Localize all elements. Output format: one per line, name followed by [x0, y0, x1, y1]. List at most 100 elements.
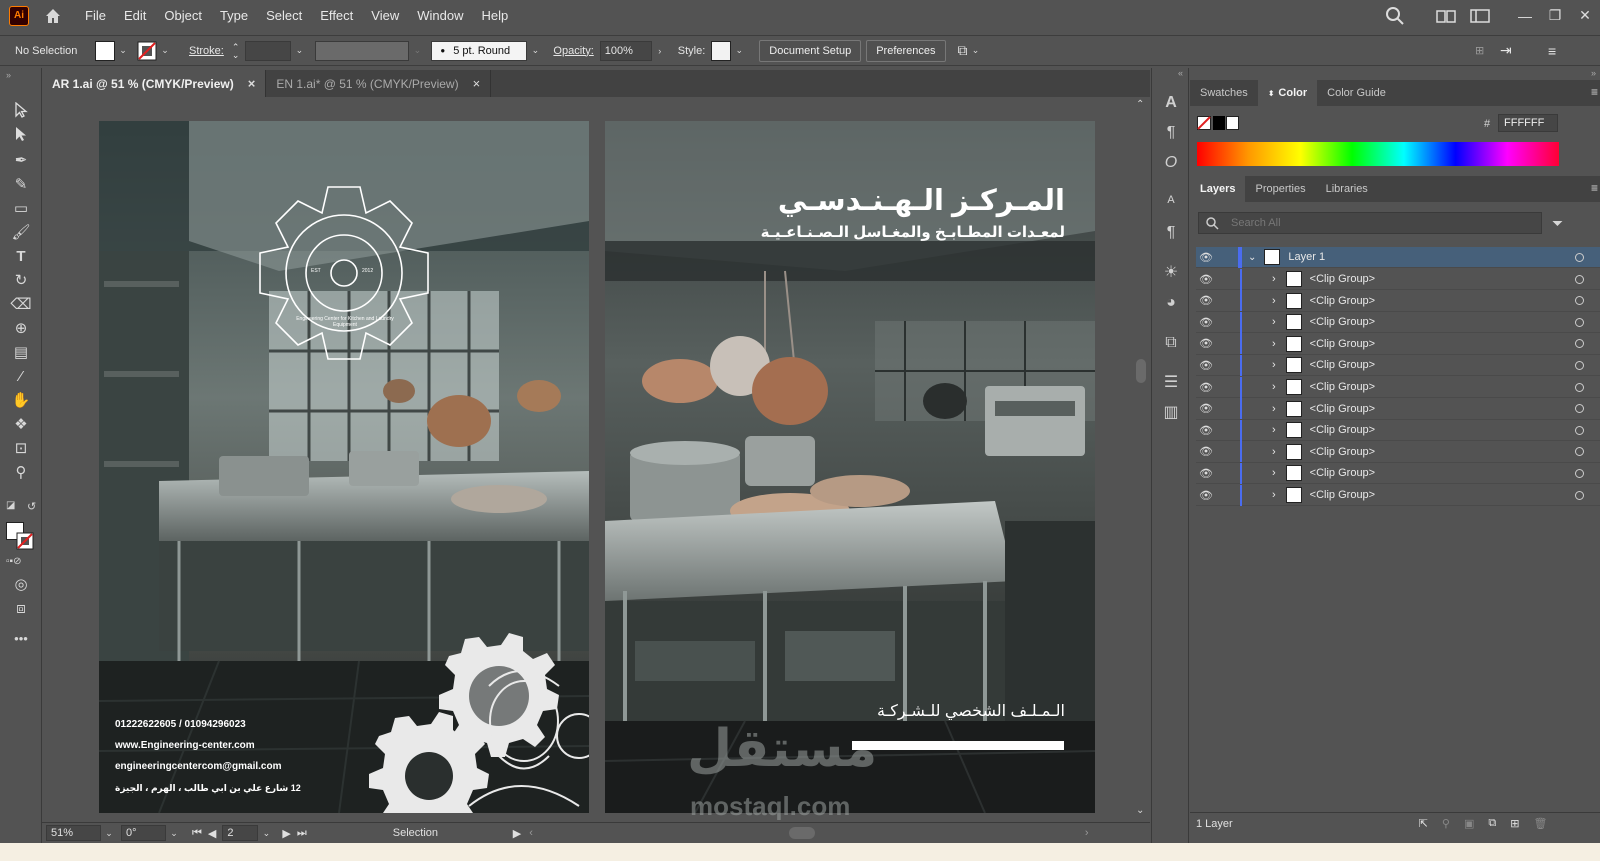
rotate-tool-icon[interactable]: ↻: [10, 270, 32, 292]
tab-en-document[interactable]: EN 1.ai* @ 51 % (CMYK/Preview) ×: [266, 70, 492, 97]
target-circle-icon[interactable]: [1575, 360, 1584, 370]
arrange-documents-icon[interactable]: [1436, 8, 1456, 24]
symbol-sprayer-tool-icon[interactable]: ❖: [10, 414, 32, 436]
clip-group-label[interactable]: <Clip Group>: [1310, 295, 1375, 307]
chevron-down-icon[interactable]: ⌄: [160, 45, 170, 56]
chevron-right-icon[interactable]: ›: [1272, 338, 1276, 350]
next-artboard-icon[interactable]: ▶: [282, 827, 290, 840]
paintbrush-tool-icon[interactable]: 🖌: [10, 222, 32, 244]
black-color-icon[interactable]: [1213, 116, 1225, 130]
chevron-right-icon[interactable]: ›: [1272, 424, 1276, 436]
direct-selection-tool-icon[interactable]: [10, 126, 32, 148]
clip-group-label[interactable]: <Clip Group>: [1310, 467, 1375, 479]
stroke-weight-field[interactable]: [245, 40, 292, 61]
tab-color[interactable]: ⬍ Color: [1257, 80, 1318, 106]
scroll-thumb[interactable]: [1136, 359, 1146, 383]
chevron-right-icon[interactable]: ›: [1272, 403, 1276, 415]
chevron-right-icon[interactable]: ›: [1272, 359, 1276, 371]
screen-mode-icon[interactable]: ⧈: [10, 598, 32, 620]
clip-group-label[interactable]: <Clip Group>: [1310, 381, 1375, 393]
eyedropper-tool-icon[interactable]: ⁄: [10, 366, 32, 388]
visibility-eye-icon[interactable]: 👁: [1196, 402, 1216, 415]
character-panel-icon[interactable]: A: [1160, 92, 1182, 114]
paragraph-panel-icon[interactable]: ¶: [1160, 122, 1182, 144]
clip-group-row[interactable]: 👁 › <Clip Group>: [1196, 484, 1600, 506]
clip-group-label[interactable]: <Clip Group>: [1310, 403, 1375, 415]
color-mode-icon[interactable]: ▫▪⊘: [6, 556, 21, 567]
rotation-field[interactable]: 0°: [121, 825, 166, 841]
tab-layers[interactable]: Layers: [1190, 176, 1246, 202]
previous-artboard-icon[interactable]: ◀: [208, 827, 216, 840]
eraser-tool-icon[interactable]: ⌫: [10, 294, 32, 316]
chevron-right-icon[interactable]: ›: [1272, 295, 1276, 307]
close-window-icon[interactable]: ✕: [1570, 7, 1600, 24]
scroll-up-icon[interactable]: ⌃: [1136, 99, 1144, 110]
visibility-eye-icon[interactable]: 👁: [1196, 467, 1216, 480]
chevron-right-icon[interactable]: ›: [1272, 446, 1276, 458]
workspace-icon[interactable]: [1470, 8, 1490, 24]
drawing-mode-icon[interactable]: ◎: [10, 574, 32, 596]
tab-ar-document[interactable]: AR 1.ai @ 51 % (CMYK/Preview) ×: [42, 70, 267, 97]
fill-swatch[interactable]: [95, 40, 115, 61]
clip-group-label[interactable]: <Clip Group>: [1310, 273, 1375, 285]
export-icon[interactable]: ⇱: [1419, 817, 1428, 830]
type-tool-icon[interactable]: T: [10, 246, 32, 268]
target-circle-icon[interactable]: [1575, 317, 1584, 327]
target-circle-icon[interactable]: [1575, 274, 1584, 284]
chevron-right-icon[interactable]: ›: [1272, 467, 1276, 479]
new-layer-icon[interactable]: ⊞: [1510, 817, 1519, 830]
zoom-field[interactable]: 51%: [46, 825, 101, 841]
restore-icon[interactable]: ❐: [1540, 7, 1570, 24]
graphic-style-swatch[interactable]: [711, 40, 732, 61]
artboard-back-cover[interactable]: EST 2012 Engineering Center for Kitchen …: [99, 121, 589, 813]
target-circle-icon[interactable]: [1575, 404, 1584, 414]
first-artboard-icon[interactable]: ⏮: [192, 827, 202, 840]
tab-properties[interactable]: Properties: [1245, 176, 1315, 202]
stroke-stepper[interactable]: ⌃ ⌄: [232, 42, 240, 59]
clip-group-label[interactable]: <Clip Group>: [1310, 489, 1375, 501]
arrange-icon[interactable]: ⧉: [958, 42, 968, 59]
target-circle-icon[interactable]: [1575, 490, 1584, 500]
hex-input[interactable]: FFFFFF: [1498, 114, 1558, 132]
opentype-panel-icon[interactable]: O: [1160, 152, 1182, 174]
chevron-right-icon[interactable]: ›: [1272, 273, 1276, 285]
visibility-eye-icon[interactable]: 👁: [1196, 489, 1216, 502]
menu-view[interactable]: View: [371, 8, 399, 23]
target-circle-icon[interactable]: [1575, 252, 1584, 262]
search-icon[interactable]: [1384, 5, 1406, 27]
target-circle-icon[interactable]: [1575, 296, 1584, 306]
minimize-icon[interactable]: —: [1510, 8, 1540, 24]
target-circle-icon[interactable]: [1575, 382, 1584, 392]
color-spectrum[interactable]: [1197, 142, 1559, 166]
visibility-eye-icon[interactable]: 👁: [1196, 424, 1216, 437]
artboard-front-cover[interactable]: المـركـز الـهـنـدسـي لمعـدات المطـابـخ و…: [605, 121, 1095, 813]
locate-object-icon[interactable]: ⚲: [1442, 817, 1450, 830]
collapse-icon[interactable]: «: [1178, 68, 1183, 78]
clip-group-label[interactable]: <Clip Group>: [1310, 359, 1375, 371]
chevron-down-icon[interactable]: ⌄: [118, 45, 128, 56]
clip-group-label[interactable]: <Clip Group>: [1310, 446, 1375, 458]
tab-swatches[interactable]: Swatches: [1190, 80, 1258, 106]
visibility-eye-icon[interactable]: 👁: [1196, 316, 1216, 329]
menu-window[interactable]: Window: [417, 8, 463, 23]
chevron-down-icon[interactable]: ⌄: [971, 45, 981, 56]
chevron-right-icon[interactable]: ›: [655, 46, 665, 56]
chevron-down-icon[interactable]: ⌄: [169, 828, 179, 839]
menu-object[interactable]: Object: [164, 8, 202, 23]
new-sublayer-icon[interactable]: ⧉: [1488, 817, 1496, 830]
clip-group-row[interactable]: 👁 › <Clip Group>: [1196, 462, 1600, 485]
zoom-tool-icon[interactable]: ⚲: [10, 462, 32, 484]
clip-group-row[interactable]: 👁 › <Clip Group>: [1196, 419, 1600, 442]
visibility-eye-icon[interactable]: 👁: [1196, 273, 1216, 286]
visibility-eye-icon[interactable]: 👁: [1196, 381, 1216, 394]
align-grid-icon[interactable]: ⊞: [1475, 44, 1484, 57]
clipping-mask-icon[interactable]: ▣: [1464, 817, 1474, 830]
last-artboard-icon[interactable]: ⏭: [297, 827, 307, 840]
close-icon[interactable]: ×: [248, 76, 256, 91]
home-icon[interactable]: [43, 6, 63, 26]
swap-colors-icon[interactable]: ↺: [27, 500, 36, 513]
filter-icon[interactable]: ⏷: [1552, 215, 1563, 232]
chevron-down-icon[interactable]: ⌄: [261, 828, 271, 839]
brush-definition[interactable]: ● 5 pt. Round: [431, 40, 528, 61]
visibility-eye-icon[interactable]: 👁: [1196, 359, 1216, 372]
